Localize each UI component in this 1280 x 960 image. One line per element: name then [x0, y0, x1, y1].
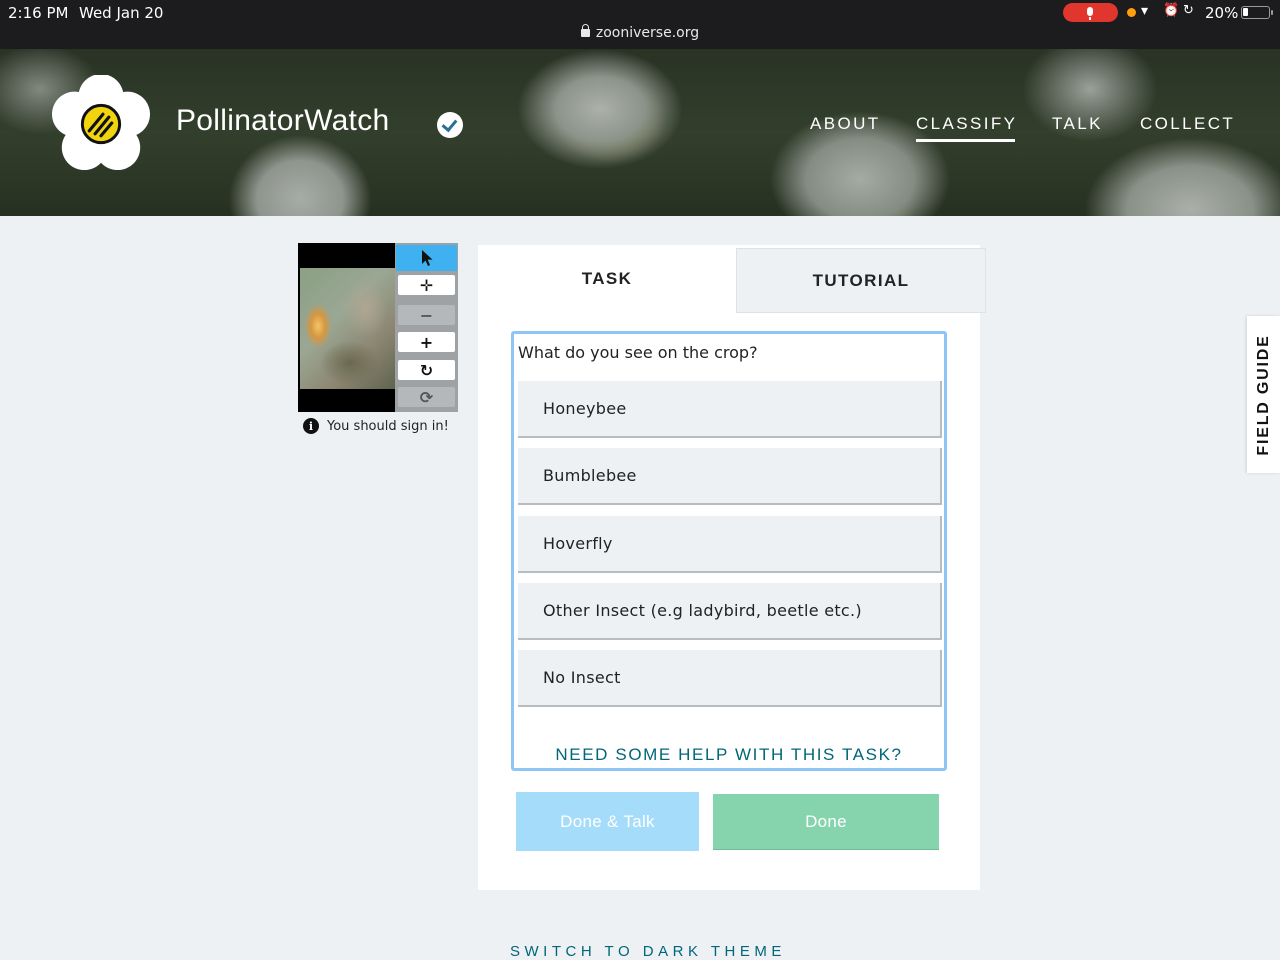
field-guide-label: FIELD GUIDE — [1254, 333, 1272, 456]
status-time: 2:16 PM — [8, 4, 69, 22]
wifi-icon: ▾ — [1141, 3, 1149, 19]
zoom-out-icon: − — [419, 305, 434, 325]
image-toolbar: ✛ − + ↻ ⟳ — [395, 243, 458, 412]
answer-bumblebee[interactable]: Bumblebee — [518, 448, 942, 505]
tab-tutorial[interactable]: TUTORIAL — [736, 248, 986, 313]
signin-notice: i You should sign in! — [303, 418, 449, 434]
dark-theme-toggle[interactable]: SWITCH TO DARK THEME — [510, 943, 786, 960]
answer-honeybee[interactable]: Honeybee — [518, 381, 942, 438]
nav-collect[interactable]: COLLECT — [1140, 114, 1235, 134]
answer-no-insect[interactable]: No Insect — [518, 650, 942, 707]
battery-percent: 20% — [1205, 4, 1239, 22]
zoom-out-button[interactable]: − — [398, 305, 455, 325]
answer-other-insect[interactable]: Other Insect (e.g ladybird, beetle etc.) — [518, 583, 942, 640]
field-guide-tab[interactable]: FIELD GUIDE — [1247, 316, 1280, 473]
project-title[interactable]: PollinatorWatch — [176, 104, 389, 138]
reset-icon: ⟳ — [419, 387, 434, 407]
zoom-in-icon: + — [419, 332, 434, 352]
lock-icon — [580, 24, 590, 37]
subject-image[interactable] — [300, 268, 395, 389]
microphone-icon — [1087, 7, 1093, 20]
subject-image-frame[interactable] — [298, 243, 395, 412]
project-header: PollinatorWatch ABOUT CLASSIFY TALK COLL… — [0, 49, 1280, 216]
nav-about[interactable]: ABOUT — [810, 114, 881, 134]
tab-task[interactable]: TASK — [478, 245, 736, 313]
project-logo-icon[interactable] — [52, 75, 150, 173]
done-button[interactable]: Done — [713, 794, 939, 850]
nav-classify[interactable]: CLASSIFY — [916, 114, 1017, 142]
rotate-icon: ↻ — [419, 360, 434, 380]
done-and-talk-button[interactable]: Done & Talk — [516, 792, 699, 851]
task-help-link[interactable]: NEED SOME HELP WITH THIS TASK? — [514, 745, 944, 765]
microphone-indicator — [1063, 3, 1118, 22]
nav-talk[interactable]: TALK — [1052, 114, 1103, 134]
info-icon: i — [303, 418, 319, 434]
pointer-tool-button[interactable] — [396, 245, 457, 271]
alarm-icon: ⏰ — [1163, 3, 1180, 18]
address-bar[interactable]: zooniverse.org — [0, 24, 1280, 41]
recording-dot-icon — [1127, 8, 1136, 17]
rotate-button[interactable]: ↻ — [398, 360, 455, 380]
pointer-icon — [421, 250, 432, 266]
task-panel: TASK TUTORIAL What do you see on the cro… — [478, 245, 986, 890]
question-text: What do you see on the crop? — [518, 343, 758, 362]
url-text: zooniverse.org — [595, 25, 700, 41]
signin-text: You should sign in! — [327, 418, 449, 434]
battery-icon — [1241, 6, 1273, 19]
question-area: What do you see on the crop? Honeybee Bu… — [511, 331, 947, 771]
answer-hoverfly[interactable]: Hoverfly — [518, 516, 942, 573]
status-bar: 2:16 PM Wed Jan 20 zooniverse.org ▾ ⏰ ↻ … — [0, 0, 1280, 49]
move-tool-button[interactable]: ✛ — [398, 275, 455, 295]
status-date: Wed Jan 20 — [79, 4, 164, 22]
zoom-in-button[interactable]: + — [398, 332, 455, 352]
reset-view-button[interactable]: ⟳ — [398, 387, 455, 407]
verified-badge-icon — [437, 112, 463, 138]
rotation-lock-icon: ↻ — [1183, 3, 1194, 18]
move-icon: ✛ — [419, 275, 434, 295]
